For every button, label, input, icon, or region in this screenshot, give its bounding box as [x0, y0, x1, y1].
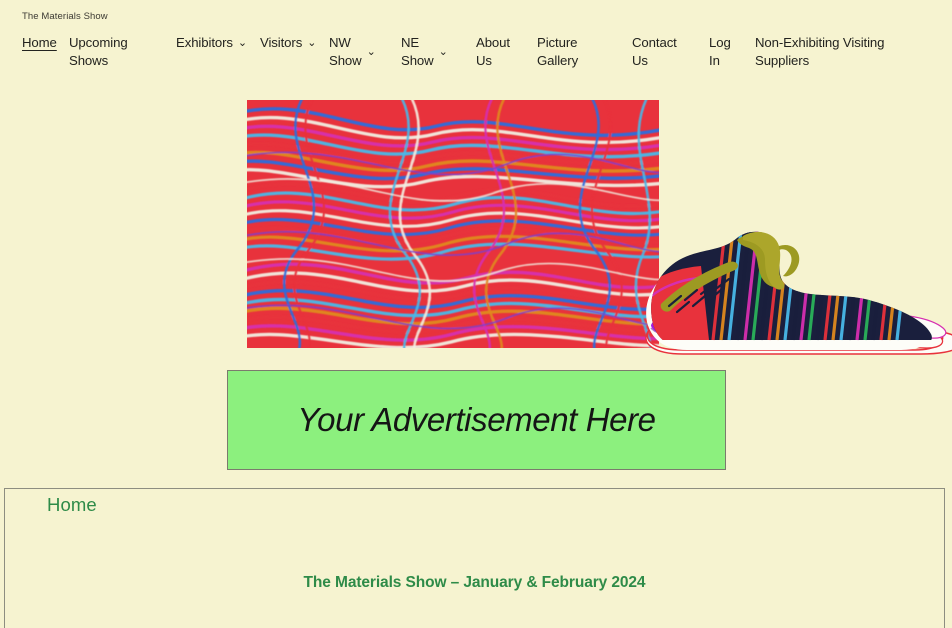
- nav-item-log-in[interactable]: Log In: [709, 34, 743, 70]
- advertisement-banner[interactable]: Your Advertisement Here: [227, 370, 726, 470]
- advertisement-text: Your Advertisement Here: [297, 401, 656, 438]
- page-title: Home: [47, 494, 97, 515]
- nav-item-exhibitors[interactable]: Exhibitors ⌄: [176, 34, 248, 52]
- nav-item-contact-us[interactable]: Contact Us: [632, 34, 692, 70]
- nav-item-label: Contact Us: [632, 35, 677, 68]
- nav-item-nw-show[interactable]: NW Show⌄: [329, 34, 391, 70]
- nav-item-label: Visitors: [260, 35, 303, 50]
- nav-item-upcoming-shows[interactable]: Upcoming Shows: [69, 34, 164, 70]
- nav-item-label: Home: [22, 35, 57, 50]
- nav-item-non-exhibiting-visiting-suppliers[interactable]: Non-Exhibiting Visiting Suppliers: [755, 34, 945, 70]
- nav-item-about-us[interactable]: About Us: [476, 34, 526, 70]
- nav-item-label: Non-Exhibiting Visiting Suppliers: [755, 35, 885, 68]
- content-panel: Home The Materials Show – January & Febr…: [4, 488, 945, 628]
- nav-item-home[interactable]: Home: [22, 34, 62, 52]
- chevron-down-icon[interactable]: ⌄: [439, 34, 448, 70]
- nav-item-ne-show[interactable]: NE Show⌄: [401, 34, 463, 70]
- nav-item-label: Upcoming Shows: [69, 35, 128, 68]
- nav-item-visitors[interactable]: Visitors ⌄: [260, 34, 318, 52]
- content-heading: The Materials Show – January & February …: [303, 574, 646, 591]
- chevron-down-icon[interactable]: ⌄: [307, 34, 316, 52]
- nav-item-label: Log In: [709, 35, 731, 68]
- fiber-texture-image: [247, 100, 659, 348]
- primary-navigation: Home Upcoming Shows Exhibitors ⌄ Visitors ⌄ NW…: [0, 34, 952, 78]
- sneaker-image: [645, 231, 952, 355]
- nav-item-label: NW Show: [329, 35, 362, 68]
- hero-image-container: [247, 100, 952, 355]
- chevron-down-icon[interactable]: ⌄: [367, 34, 376, 70]
- nav-item-label: NE Show: [401, 35, 434, 68]
- site-title: The Materials Show: [22, 11, 108, 22]
- chevron-down-icon[interactable]: ⌄: [238, 34, 247, 52]
- nav-item-picture-gallery[interactable]: Picture Gallery: [537, 34, 599, 70]
- nav-item-label: Picture Gallery: [537, 35, 579, 68]
- nav-item-label: Exhibitors: [176, 35, 233, 50]
- nav-item-label: About Us: [476, 35, 510, 68]
